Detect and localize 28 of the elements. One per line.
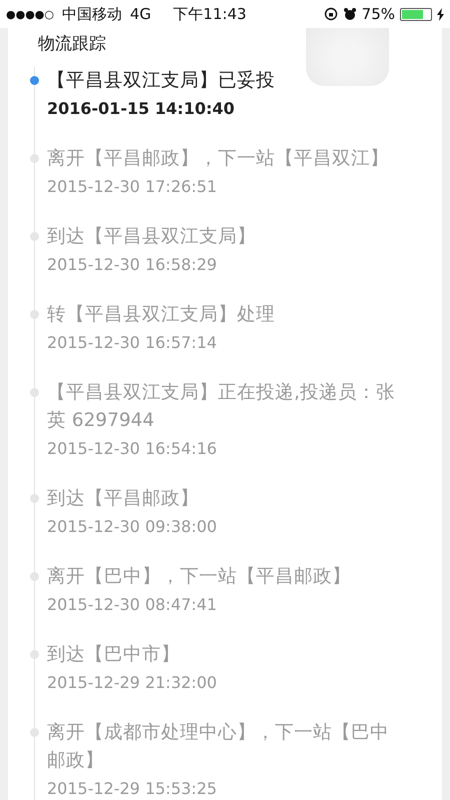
event-time: 2015-12-29 21:32:00 [47, 672, 218, 694]
alarm-icon [342, 7, 357, 21]
event-time: 2015-12-30 09:38:00 [47, 516, 218, 538]
event-text: 到达【巴中市】 [47, 643, 181, 667]
event-text: 【平昌县双江支局】已妥投 [47, 69, 276, 93]
event-time: 2015-12-30 16:54:16 [47, 438, 218, 460]
event-text: 离开【平昌邮政】，下一站【平昌双江】 [47, 147, 390, 171]
event-time: 2016-01-15 14:10:40 [47, 98, 236, 120]
carrier: 中国移动 [62, 4, 122, 24]
event-time: 2015-12-30 16:58:29 [47, 254, 218, 276]
signal-dots: ●●●●○ [6, 8, 54, 20]
event-text: 离开【巴中】，下一站【平昌邮政】 [47, 565, 352, 589]
event-text: 转【平昌县双江支局】处理 [47, 303, 276, 327]
network-type: 4G [130, 5, 152, 23]
rotation-lock-icon [324, 7, 338, 21]
event-time: 2015-12-30 08:47:41 [47, 594, 218, 616]
event-text: 到达【平昌邮政】 [47, 487, 200, 511]
battery-percent: 75% [362, 5, 395, 23]
battery-icon [400, 8, 432, 20]
clock: 下午11:43 [173, 4, 246, 24]
event-text: 到达【平昌县双江支局】 [47, 225, 257, 249]
charging-icon [437, 8, 444, 20]
event-text: 离开【成都市处理中心】，下一站【巴中邮政】 [47, 721, 390, 773]
page-title: 物流跟踪 [37, 33, 106, 56]
event-time: 2015-12-30 17:26:51 [47, 176, 218, 198]
event-text: 【平昌县双江支局】正在投递,投递员：张英 6297944 [47, 381, 396, 433]
event-time: 2015-12-29 15:53:25 [47, 778, 218, 800]
event-time: 2015-12-30 16:57:14 [47, 332, 218, 354]
